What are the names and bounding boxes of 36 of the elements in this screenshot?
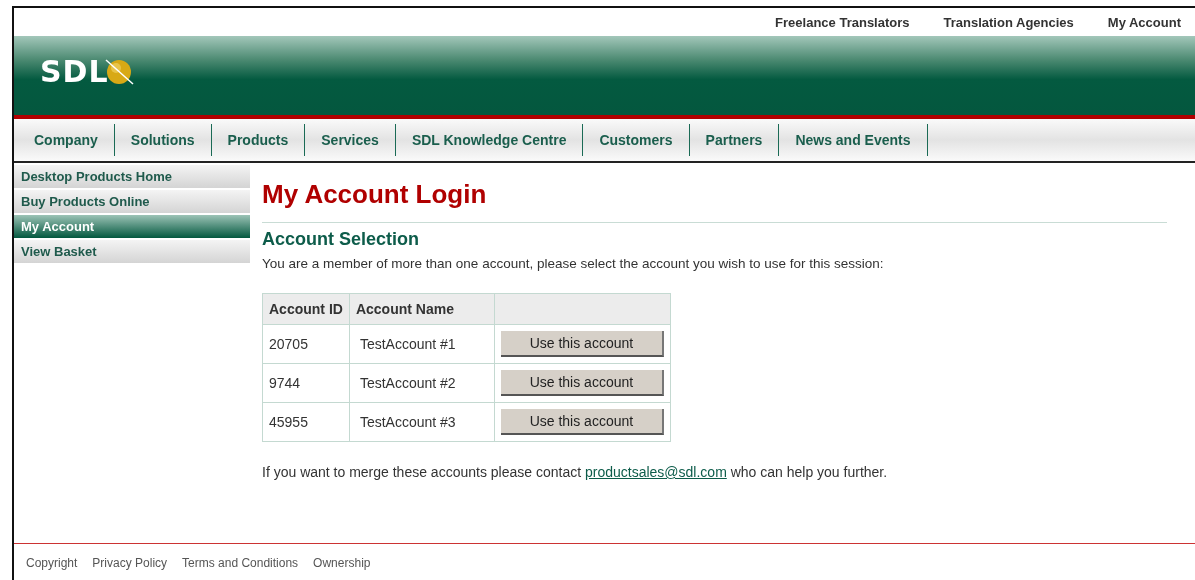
column-header: Account ID xyxy=(262,293,350,325)
page-title: My Account Login xyxy=(262,179,488,210)
top-link[interactable]: Freelance Translators xyxy=(775,14,910,30)
use-account-button[interactable]: Use this account xyxy=(500,409,664,435)
nav-tab[interactable]: SDL Knowledge Centre xyxy=(395,124,584,156)
section-title: Account Selection xyxy=(262,229,421,250)
nav-tab[interactable]: Services xyxy=(305,124,396,156)
nav-tab[interactable]: Partners xyxy=(689,124,780,156)
sidebar-item[interactable]: My Account xyxy=(14,215,250,238)
footer-link[interactable]: Copyright xyxy=(26,556,78,570)
sidebar-item[interactable]: Desktop Products Home xyxy=(14,165,250,188)
email-link[interactable]: productsales@sdl.com xyxy=(584,464,727,480)
use-account-button[interactable]: Use this account xyxy=(500,331,664,357)
table-cell: 9744 xyxy=(262,363,350,403)
nav-tab[interactable]: Solutions xyxy=(114,124,212,156)
nav-tab[interactable]: News and Events xyxy=(779,124,928,156)
table-cell: 45955 xyxy=(262,402,350,442)
sidebar-item[interactable]: Buy Products Online xyxy=(14,190,250,213)
use-account-button[interactable]: Use this account xyxy=(500,370,664,396)
nav-tab[interactable]: Company xyxy=(18,124,115,156)
table-cell: TestAccount #1 xyxy=(349,324,495,364)
table-cell: TestAccount #2 xyxy=(349,363,495,403)
table-cell: 20705 xyxy=(262,324,350,364)
footer-link[interactable]: Terms and Conditions xyxy=(182,556,299,570)
merge-note: If you want to merge these accounts please contact productsales@sdl.com who can help you further. xyxy=(262,464,889,480)
table-cell: TestAccount #3 xyxy=(349,402,495,442)
sidebar-item[interactable]: View Basket xyxy=(14,240,250,263)
footer-link[interactable]: Privacy Policy xyxy=(92,556,168,570)
logo-text: SDL xyxy=(40,54,109,89)
top-link[interactable]: Translation Agencies xyxy=(943,14,1074,30)
nav-tab[interactable]: Products xyxy=(211,124,306,156)
column-header: Account Name xyxy=(349,293,495,325)
top-link[interactable]: My Account xyxy=(1107,14,1181,30)
intro-text: You are a member of more than one account, please select the account you wish to use for this session: xyxy=(262,256,885,271)
footer-link[interactable]: Ownership xyxy=(313,556,371,570)
nav-tab[interactable]: Customers xyxy=(583,124,690,156)
